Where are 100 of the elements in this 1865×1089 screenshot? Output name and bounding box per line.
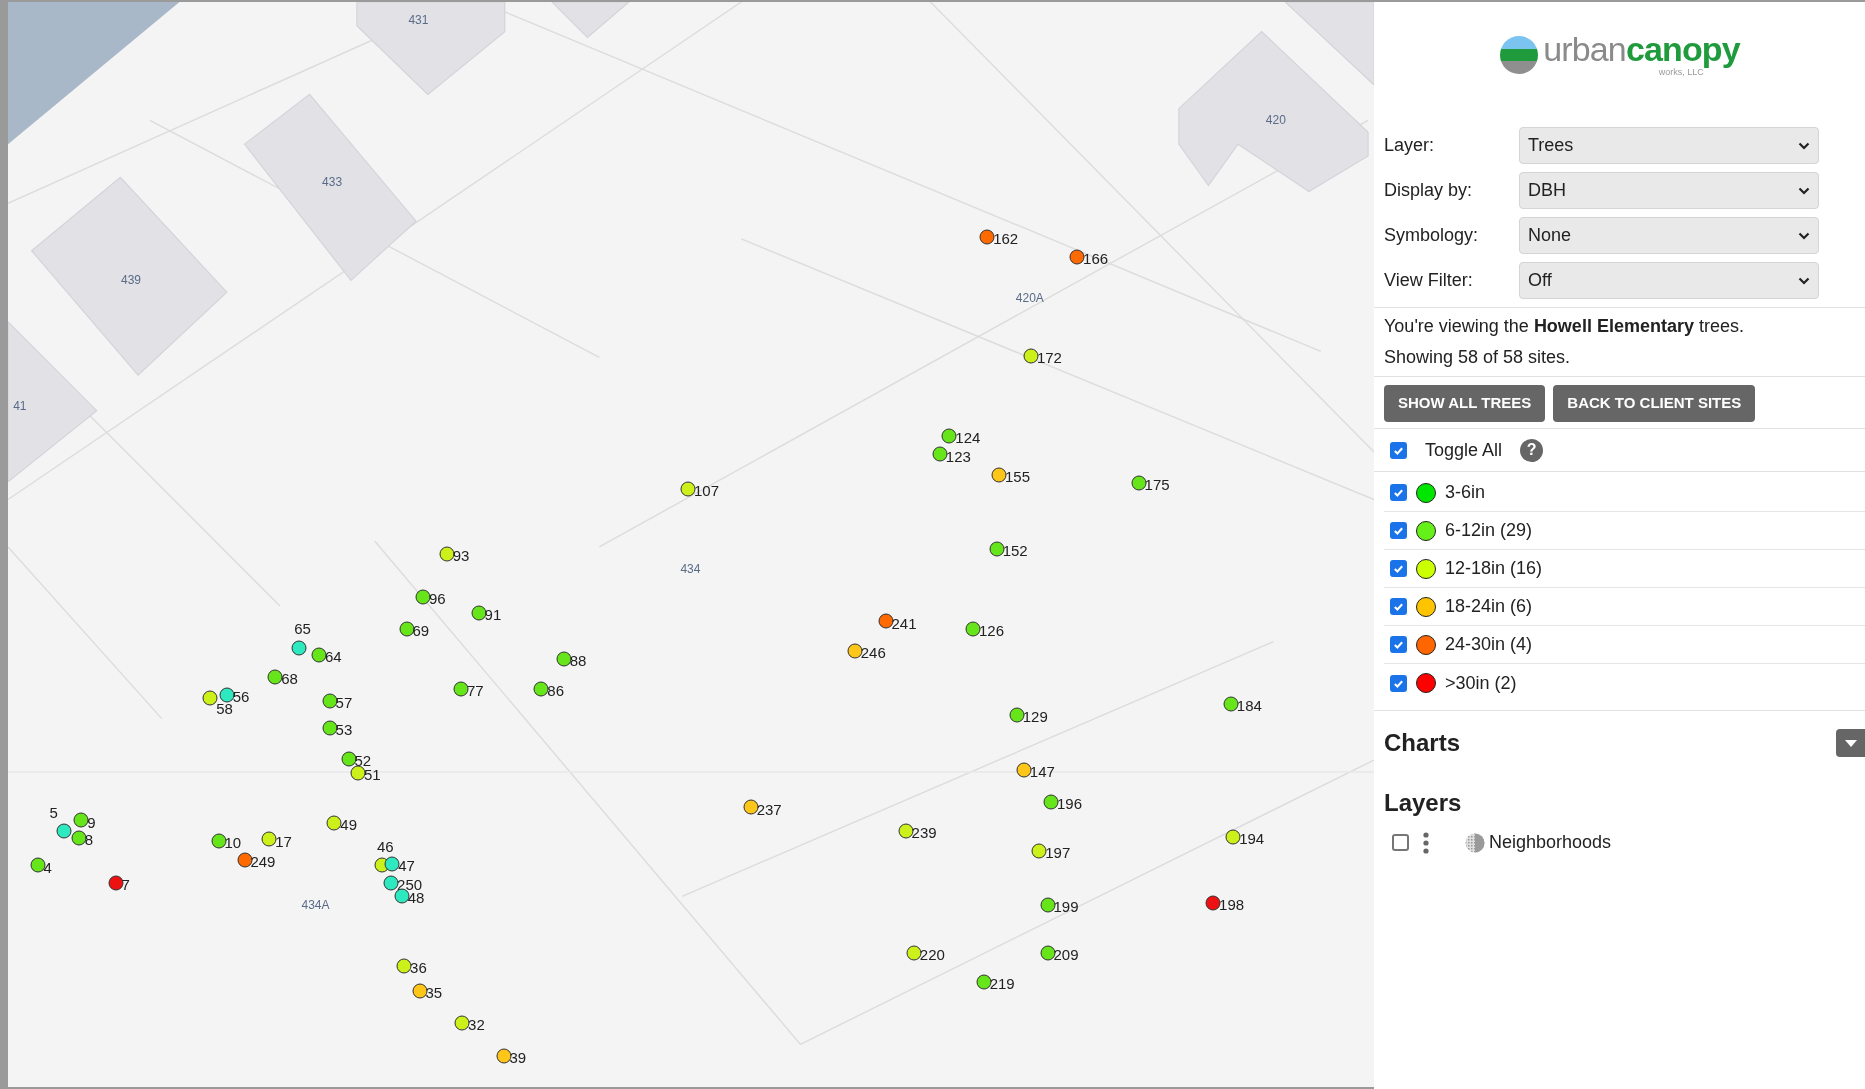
tree-marker[interactable] xyxy=(1069,249,1085,265)
tree-marker[interactable] xyxy=(399,621,415,637)
tree-number: 9 xyxy=(87,814,96,830)
tree-marker[interactable] xyxy=(56,823,72,839)
toggle-all-checkbox[interactable] xyxy=(1390,441,1407,459)
legend-checkbox[interactable] xyxy=(1390,560,1407,577)
building-number: 434 xyxy=(680,563,701,576)
action-button[interactable]: SHOW ALL TREES xyxy=(1384,385,1546,422)
tree-marker[interactable] xyxy=(979,229,995,244)
legend-checkbox[interactable] xyxy=(1390,636,1407,653)
expand-button[interactable] xyxy=(1836,729,1865,757)
tree-marker[interactable] xyxy=(898,823,914,839)
tree-marker[interactable] xyxy=(991,467,1007,483)
tree-marker[interactable] xyxy=(1205,895,1221,911)
tree-marker[interactable] xyxy=(932,446,948,462)
legend-checkbox[interactable] xyxy=(1390,522,1407,539)
tree-marker[interactable] xyxy=(1043,794,1059,810)
tree-marker[interactable] xyxy=(989,541,1005,557)
tree-marker[interactable] xyxy=(454,1015,470,1031)
building-number: 420 xyxy=(1265,114,1286,127)
legend-checkbox[interactable] xyxy=(1390,598,1407,615)
tree-marker[interactable] xyxy=(311,647,327,663)
tree-marker[interactable] xyxy=(350,765,366,781)
tree-marker[interactable] xyxy=(471,605,487,621)
tree-marker[interactable] xyxy=(291,640,307,656)
tree-marker[interactable] xyxy=(322,720,338,736)
tree-marker[interactable] xyxy=(326,815,342,831)
tree-marker[interactable] xyxy=(496,1048,512,1064)
logo-tagline: works, LLC xyxy=(1658,68,1704,77)
tree-number: 65 xyxy=(294,621,311,637)
kebab-icon[interactable] xyxy=(1423,831,1429,854)
logo-word: canopy xyxy=(1625,32,1740,66)
tree-marker[interactable] xyxy=(439,546,455,562)
tree-marker[interactable] xyxy=(1031,843,1047,859)
legend-checkbox[interactable] xyxy=(1390,674,1407,692)
tree-number: 162 xyxy=(993,230,1019,246)
tree-marker[interactable] xyxy=(412,983,428,999)
tree-marker[interactable] xyxy=(237,852,253,868)
filter-select[interactable]: Trees xyxy=(1519,127,1819,164)
tree-marker[interactable] xyxy=(556,651,572,667)
tree-number: 57 xyxy=(335,694,353,710)
tree-marker[interactable] xyxy=(394,888,410,904)
tree-marker[interactable] xyxy=(965,621,981,637)
tree-number: 58 xyxy=(216,700,233,716)
tree-marker[interactable] xyxy=(743,799,759,815)
legend-checkbox[interactable] xyxy=(1390,484,1407,501)
tree-marker[interactable] xyxy=(1009,707,1025,723)
tree-marker[interactable] xyxy=(261,831,277,847)
tree-marker[interactable] xyxy=(1016,762,1032,778)
tree-number: 175 xyxy=(1144,476,1170,492)
tree-number: 166 xyxy=(1083,250,1109,266)
tree-marker[interactable] xyxy=(415,589,431,605)
tree-number: 123 xyxy=(945,448,971,464)
tree-marker[interactable] xyxy=(396,958,412,974)
help-icon[interactable]: ? xyxy=(1520,438,1544,462)
tree-marker[interactable] xyxy=(267,669,283,685)
tree-number: 48 xyxy=(407,890,425,906)
filter-select[interactable]: DBH xyxy=(1519,172,1819,209)
tree-marker[interactable] xyxy=(383,875,399,891)
tree-marker[interactable] xyxy=(322,693,338,709)
tree-marker[interactable] xyxy=(71,830,87,846)
tree-marker[interactable] xyxy=(211,833,226,849)
tree-number: 10 xyxy=(224,834,242,850)
tree-number: 220 xyxy=(919,947,945,963)
action-button[interactable]: BACK TO CLIENT SITES xyxy=(1553,385,1756,422)
tree-number: 77 xyxy=(466,683,484,699)
tree-marker[interactable] xyxy=(1040,897,1056,913)
tree-marker[interactable] xyxy=(73,813,89,828)
legend-label: 3-6in xyxy=(1445,481,1486,504)
filter-label: View Filter: xyxy=(1384,269,1474,292)
tree-marker[interactable] xyxy=(976,974,992,990)
legend-label: >30in (2) xyxy=(1445,671,1517,695)
tree-marker[interactable] xyxy=(847,643,863,659)
building-number: 433 xyxy=(322,176,343,189)
tree-marker[interactable] xyxy=(680,481,696,497)
tree-marker[interactable] xyxy=(219,687,235,703)
tree-marker[interactable] xyxy=(384,856,400,872)
tree-number: 219 xyxy=(989,975,1015,991)
tree-marker[interactable] xyxy=(453,681,469,697)
tree-marker[interactable] xyxy=(941,428,957,443)
tree-number: 249 xyxy=(250,853,276,869)
tree-marker[interactable] xyxy=(878,614,894,629)
tree-marker[interactable] xyxy=(533,681,549,697)
tree-number: 5 xyxy=(49,805,58,821)
tree-number: 241 xyxy=(891,615,917,631)
legend-label: 12-18in (16) xyxy=(1445,557,1543,580)
tree-marker[interactable] xyxy=(108,875,124,891)
layer-label: Neighborhoods xyxy=(1489,831,1612,854)
tree-marker[interactable] xyxy=(1225,829,1241,845)
tree-marker[interactable] xyxy=(1040,945,1056,961)
tree-marker[interactable] xyxy=(202,691,218,706)
layer-checkbox[interactable] xyxy=(1392,834,1409,851)
filter-select[interactable]: Off xyxy=(1519,262,1819,299)
tree-marker[interactable] xyxy=(1131,475,1147,491)
tree-marker[interactable] xyxy=(906,945,922,961)
tree-marker[interactable] xyxy=(1223,696,1239,712)
filter-select[interactable]: None xyxy=(1519,217,1819,254)
tree-marker[interactable] xyxy=(1023,348,1039,364)
info-text: Showing 58 of 58 sites. xyxy=(1384,346,1572,369)
tree-marker[interactable] xyxy=(341,751,357,767)
